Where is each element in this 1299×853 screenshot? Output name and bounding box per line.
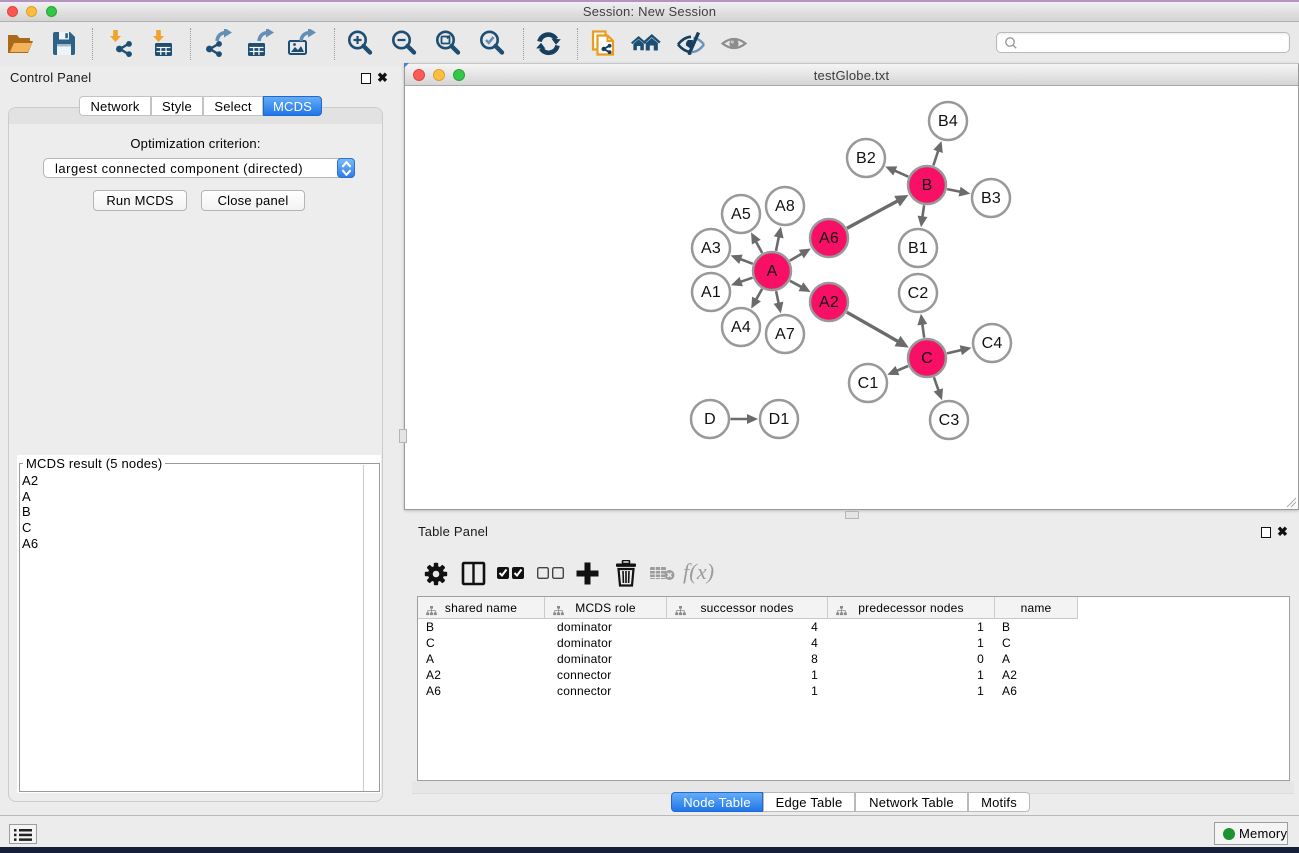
svg-text:A7: A7 [775, 326, 795, 343]
svg-text:A4: A4 [731, 319, 751, 336]
svg-text:C1: C1 [858, 375, 879, 392]
svg-text:C3: C3 [939, 412, 960, 429]
svg-text:B2: B2 [856, 150, 876, 167]
svg-text:A: A [767, 263, 778, 280]
svg-text:D1: D1 [769, 411, 790, 428]
svg-text:A2: A2 [819, 294, 839, 311]
svg-text:B1: B1 [908, 240, 928, 257]
svg-text:A8: A8 [775, 198, 795, 215]
svg-text:C: C [921, 350, 933, 367]
svg-text:C4: C4 [982, 335, 1003, 352]
svg-text:A3: A3 [701, 240, 721, 257]
svg-text:A1: A1 [701, 284, 721, 301]
svg-text:B: B [922, 177, 933, 194]
svg-text:B4: B4 [938, 113, 958, 130]
svg-text:A5: A5 [731, 206, 751, 223]
svg-text:B3: B3 [981, 190, 1001, 207]
svg-text:A6: A6 [819, 230, 839, 247]
svg-text:C2: C2 [908, 285, 929, 302]
svg-text:D: D [704, 411, 716, 428]
